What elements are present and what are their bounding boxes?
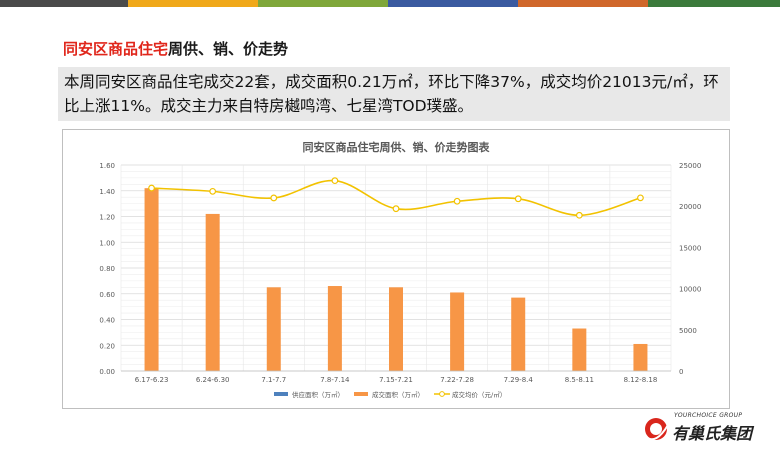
line-point — [209, 187, 217, 195]
legend-swatch — [354, 392, 368, 396]
left-tick-label: 0.00 — [99, 368, 115, 376]
combo-chart: 同安区商品住宅周供、销、价走势图表 0.00 0.20 0.40 0.60 0.80 1.… — [99, 140, 701, 399]
topbar-segment — [518, 0, 648, 7]
right-tick-label: 25000 — [679, 162, 701, 170]
left-tick-label: 0.40 — [99, 317, 115, 325]
bar — [327, 286, 342, 371]
topbar-segment — [128, 0, 258, 7]
line-point — [453, 197, 461, 205]
category-label: 7.22-7.28 — [440, 376, 474, 384]
category-label: 7.29-8.4 — [504, 376, 534, 384]
line-point — [637, 194, 644, 202]
topbar-segment — [0, 0, 128, 7]
left-tick-label: 0.80 — [99, 265, 115, 273]
right-tick-label: 10000 — [679, 286, 701, 294]
line-series — [148, 177, 644, 219]
page-title-highlight: 同安区商品住宅 — [63, 40, 169, 58]
bar — [389, 287, 403, 371]
bar — [144, 188, 159, 371]
bar — [266, 287, 281, 371]
category-label: 6.17-6.23 — [135, 376, 169, 384]
bar — [205, 213, 220, 371]
category-label: 7.15-7.21 — [379, 376, 413, 384]
chart-panel: 同安区商品住宅周供、销、价走势图表 0.00 0.20 0.40 0.60 0.80 1.… — [62, 129, 730, 409]
right-tick-label: 0 — [679, 368, 683, 376]
chart-legend: 供应面积（万㎡） 成交面积（万㎡） 成交均价（元/㎡） — [274, 390, 506, 399]
bar — [450, 292, 465, 371]
left-tick-label: 0.60 — [99, 291, 115, 299]
legend-label: 供应面积（万㎡） — [292, 390, 344, 399]
logo-chinese: 有巢氏集团 — [672, 424, 753, 443]
right-tick-label: 20000 — [679, 203, 701, 211]
left-tick-label: 1.40 — [99, 188, 115, 196]
bar — [572, 328, 587, 371]
line-point — [270, 194, 278, 202]
bar — [633, 343, 648, 371]
legend-label: 成交均价（元/㎡） — [452, 390, 506, 399]
line-point — [392, 205, 400, 213]
left-tick-label: 1.60 — [99, 162, 115, 170]
bar — [511, 297, 526, 371]
bar-series — [144, 188, 648, 371]
category-label: 8.12-8.18 — [624, 376, 658, 384]
line-point — [575, 211, 583, 219]
page-title: 同安区商品住宅周供、销、价走势 — [63, 38, 288, 59]
top-color-bar — [0, 0, 780, 7]
category-label: 7.8-7.14 — [320, 376, 350, 384]
left-tick-label: 0.20 — [99, 342, 115, 350]
right-tick-label: 5000 — [679, 327, 697, 335]
summary-text: 本周同安区商品住宅成交22套，成交面积0.21万㎡，环比下降37%，成交均价21… — [58, 67, 730, 121]
page-title-rest: 周供、销、价走势 — [168, 40, 289, 58]
left-tick-label: 1.00 — [99, 239, 115, 247]
category-label: 7.1-7.7 — [261, 376, 286, 384]
legend-label: 成交面积（万㎡） — [372, 390, 424, 399]
line-point — [331, 177, 339, 185]
left-tick-label: 1.20 — [99, 214, 115, 222]
legend-swatch — [274, 392, 288, 396]
logo-english: YOURCHOICE GROUP — [674, 412, 743, 419]
line-point — [514, 195, 522, 203]
topbar-segment — [258, 0, 388, 7]
chart-title: 同安区商品住宅周供、销、价走势图表 — [303, 140, 491, 154]
logo-mark-icon — [645, 418, 669, 441]
line-point — [148, 184, 155, 192]
category-label: 8.5-8.11 — [565, 376, 594, 384]
topbar-segment — [648, 0, 780, 7]
right-tick-label: 15000 — [679, 244, 701, 252]
company-logo: YOURCHOICE GROUP 有巢氏集团 — [640, 412, 778, 446]
category-label: 6.24-6.30 — [196, 376, 230, 384]
topbar-segment — [388, 0, 518, 7]
legend-marker — [439, 391, 445, 397]
